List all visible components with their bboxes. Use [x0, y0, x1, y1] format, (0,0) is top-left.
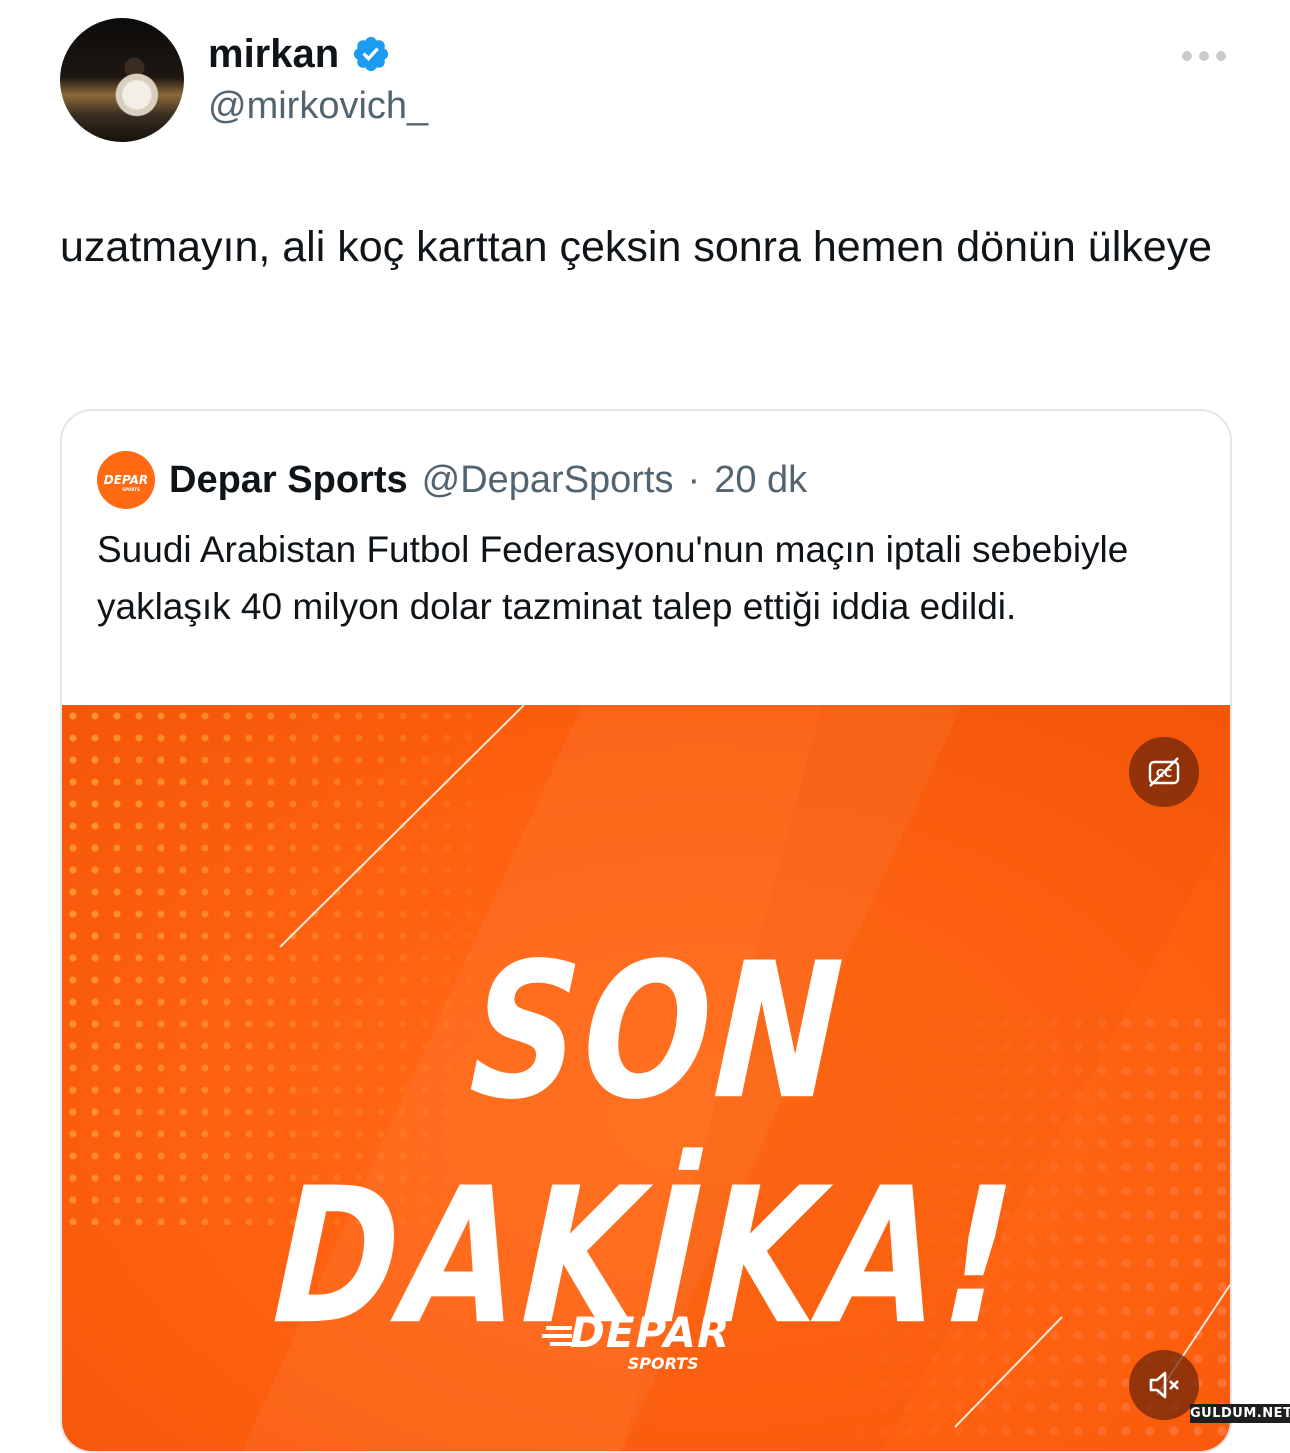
svg-text:DEPAR: DEPAR	[104, 473, 148, 487]
speaker-muted-icon	[1149, 1371, 1179, 1399]
quoted-separator: ·	[687, 458, 701, 501]
media-brand-name: DEPAR	[570, 1308, 731, 1357]
more-horizontal-icon[interactable]	[1181, 46, 1227, 66]
svg-text:SPORTS: SPORTS	[122, 487, 140, 492]
depar-logo-avatar[interactable]: DEPAR SPORTS	[97, 451, 155, 509]
author-name[interactable]: mirkan	[208, 30, 339, 78]
quoted-author-name[interactable]: Depar Sports	[169, 459, 408, 502]
tweet-text: uzatmayın, ali koç karttan çeksin sonra …	[60, 223, 1213, 271]
verified-badge-icon	[354, 36, 389, 72]
author-avatar[interactable]	[60, 18, 184, 142]
media-brand-logo: DEPAR SPORTS	[542, 1308, 731, 1373]
mute-toggle-button[interactable]	[1129, 1350, 1199, 1420]
quoted-timestamp[interactable]: 20 dk	[714, 459, 807, 502]
speed-lines-icon	[542, 1326, 572, 1346]
author-handle[interactable]: @mirkovich_	[208, 83, 428, 129]
quoted-tweet-header: DEPAR SPORTS Depar Sports @DeparSports ·…	[97, 451, 807, 509]
media-brand-sub: SPORTS	[627, 1354, 699, 1373]
depar-logo-icon: DEPAR SPORTS	[104, 473, 148, 492]
captions-off-icon: CC	[1148, 757, 1180, 787]
quoted-tweet-video[interactable]: SON DAKİKA! DEPAR SPORTS CC	[62, 705, 1230, 1451]
quoted-tweet-text: Suudi Arabistan Futbol Federasyonu'nun m…	[97, 529, 1129, 627]
media-headline: SON DAKİKA!	[268, 923, 1023, 1367]
quoted-author-handle[interactable]: @DeparSports	[422, 459, 674, 502]
captions-toggle-button[interactable]: CC	[1129, 737, 1199, 807]
quoted-tweet-card[interactable]: DEPAR SPORTS Depar Sports @DeparSports ·…	[60, 409, 1232, 1453]
site-watermark: GULDUM.NET	[1190, 1404, 1290, 1423]
author-name-row: mirkan	[208, 30, 391, 78]
